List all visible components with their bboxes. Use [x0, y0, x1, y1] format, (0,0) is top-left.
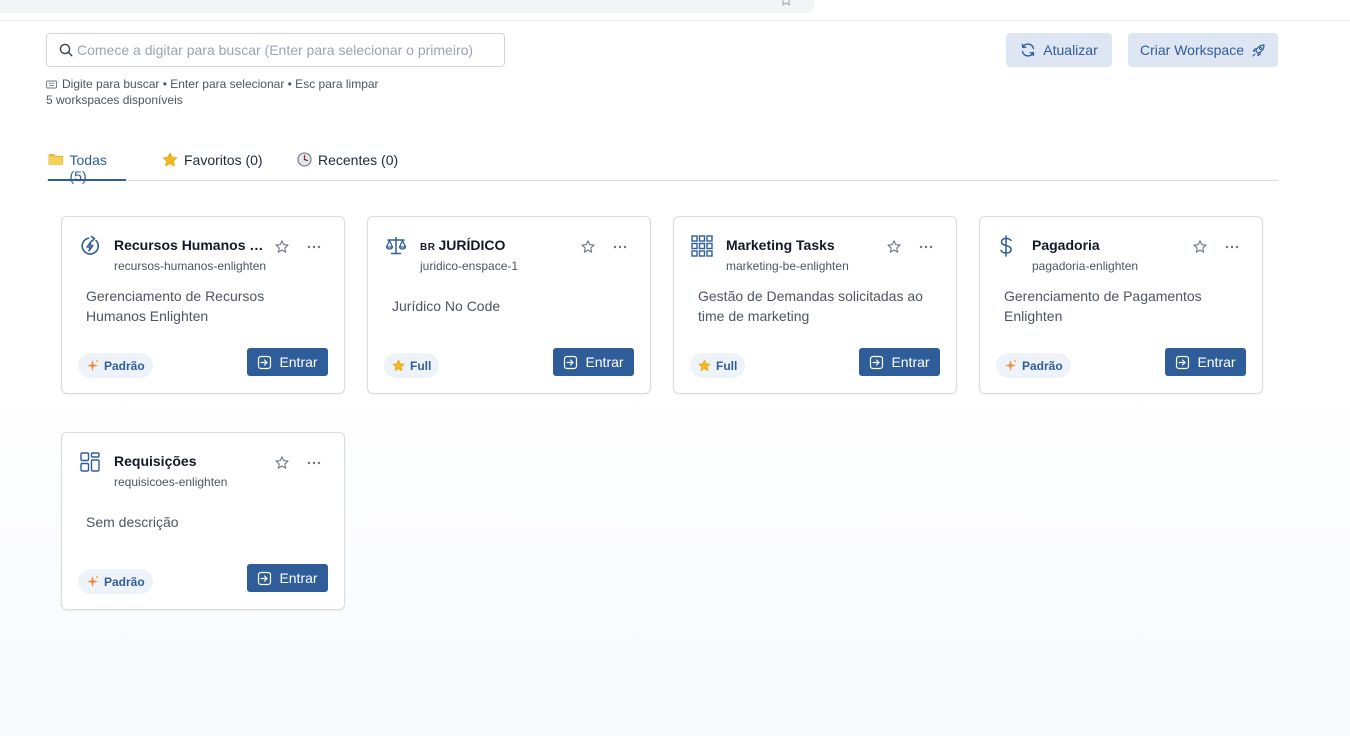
plan-badge: Padrão	[78, 569, 153, 594]
plan-badge: Full	[690, 353, 746, 378]
enter-button[interactable]: Entrar	[1165, 348, 1246, 376]
refresh-icon	[1022, 43, 1035, 57]
more-options-icon[interactable]	[612, 239, 628, 255]
workspace-card[interactable]: Requisições requisicoes-enlighten Sem de…	[61, 432, 345, 610]
workspace-description: Sem descrição	[86, 514, 179, 530]
plan-badge: Padrão	[996, 353, 1071, 378]
tab-recent-label: Recentes (0)	[318, 152, 399, 168]
favorite-star-icon[interactable]	[886, 239, 902, 255]
tab-favorites-label: Favoritos (0)	[184, 152, 263, 168]
layout-icon	[80, 452, 100, 472]
workspace-slug: juridico-enspace-1	[420, 259, 519, 273]
workspace-description: Gerenciamento de Recursos Humanos Enligh…	[86, 288, 265, 324]
workspace-slug: pagadoria-enlighten	[1032, 259, 1139, 273]
workspace-title: BR JURÍDICO	[420, 237, 570, 253]
tab-favorites[interactable]: Favoritos (0)	[162, 150, 263, 181]
plan-badge: Full	[384, 353, 440, 378]
plan-badge-label: Padrão	[104, 574, 145, 589]
enter-icon	[1176, 355, 1190, 369]
workspace-card[interactable]: Pagadoria pagadoria-enlighten Gerenciame…	[979, 216, 1263, 394]
plan-badge: Padrão	[78, 353, 153, 378]
plan-badge-label: Padrão	[104, 358, 145, 373]
workspace-slug: requisicoes-enlighten	[114, 475, 228, 489]
plan-badge-label: Full	[410, 358, 432, 373]
refresh-label: Atualizar	[1043, 42, 1098, 58]
favorite-star-icon[interactable]	[274, 239, 290, 255]
top-strip	[0, 0, 1350, 21]
create-workspace-label: Criar Workspace	[1140, 42, 1244, 58]
search-icon	[59, 43, 73, 57]
star-icon	[392, 359, 405, 372]
favorite-star-icon[interactable]	[580, 239, 596, 255]
more-options-icon[interactable]	[1224, 239, 1240, 255]
star-icon	[698, 359, 711, 372]
address-bar	[0, 0, 814, 13]
tab-all-label: Todas (5)	[69, 152, 107, 184]
bookmark-icon	[781, 0, 791, 6]
enter-icon	[258, 571, 272, 585]
folder-icon	[48, 153, 63, 165]
workspace-card[interactable]: Marketing Tasks marketing-be-enlighten G…	[673, 216, 957, 394]
enter-icon	[564, 355, 578, 369]
sparkle-icon	[86, 359, 99, 372]
workspace-title-text: JURÍDICO	[438, 237, 506, 253]
lightning-refresh-icon	[81, 235, 99, 255]
search-hint: Digite para buscar • Enter para selecion…	[46, 77, 379, 91]
workspace-description: Gerenciamento de Pagamentos Enlighten	[1004, 288, 1202, 324]
workspace-slug: marketing-be-enlighten	[726, 259, 849, 273]
plan-badge-label: Padrão	[1022, 358, 1063, 373]
flag-code: BR	[420, 242, 436, 253]
workspace-tabs: Todas (5) Favoritos (0) Recentes (0)	[46, 150, 1278, 184]
workspace-card[interactable]: BR JURÍDICO juridico-enspace-1 Jurídico N…	[367, 216, 651, 394]
workspace-title: Pagadoria	[1032, 237, 1100, 253]
scales-icon	[385, 237, 407, 255]
search-input[interactable]	[77, 42, 497, 58]
star-icon	[162, 152, 178, 167]
keyboard-icon	[46, 80, 57, 88]
enter-button[interactable]: Entrar	[247, 348, 328, 376]
workspace-title: Requisições	[114, 453, 197, 469]
enter-label: Entrar	[891, 354, 930, 370]
more-options-icon[interactable]	[306, 239, 322, 255]
grid-icon	[691, 235, 713, 257]
workspace-description: Gestão de Demandas solicitadas ao time d…	[698, 288, 923, 324]
refresh-button[interactable]: Atualizar	[1006, 33, 1112, 67]
workspace-slug: recursos-humanos-enlighten	[114, 259, 267, 273]
workspace-title: Recursos Humanos E...	[114, 237, 264, 253]
tab-recent[interactable]: Recentes (0)	[297, 150, 398, 181]
more-options-icon[interactable]	[306, 455, 322, 471]
sparkle-icon	[1004, 359, 1017, 372]
more-options-icon[interactable]	[918, 239, 934, 255]
search-box[interactable]	[46, 33, 505, 67]
plan-badge-label: Full	[716, 358, 738, 373]
favorite-star-icon[interactable]	[274, 455, 290, 471]
tab-all[interactable]: Todas (5)	[48, 150, 126, 184]
clock-icon	[297, 152, 312, 167]
enter-label: Entrar	[279, 570, 318, 586]
enter-label: Entrar	[279, 354, 318, 370]
search-hint-text: Digite para buscar • Enter para selecion…	[62, 77, 379, 91]
enter-icon	[258, 355, 272, 369]
workspace-description: Jurídico No Code	[392, 298, 501, 314]
enter-button[interactable]: Entrar	[859, 348, 940, 376]
rocket-icon	[1252, 43, 1265, 57]
enter-label: Entrar	[585, 354, 624, 370]
enter-label: Entrar	[1197, 354, 1236, 370]
workspace-card[interactable]: Recursos Humanos E... recursos-humanos-e…	[61, 216, 345, 394]
enter-icon	[870, 355, 884, 369]
dollar-icon	[1000, 235, 1012, 257]
workspace-title: Marketing Tasks	[726, 237, 835, 253]
sparkle-icon	[86, 575, 99, 588]
enter-button[interactable]: Entrar	[247, 564, 328, 592]
create-workspace-button[interactable]: Criar Workspace	[1128, 33, 1278, 67]
enter-button[interactable]: Entrar	[553, 348, 634, 376]
favorite-star-icon[interactable]	[1192, 239, 1208, 255]
workspace-count: 5 workspaces disponíveis	[46, 93, 183, 107]
